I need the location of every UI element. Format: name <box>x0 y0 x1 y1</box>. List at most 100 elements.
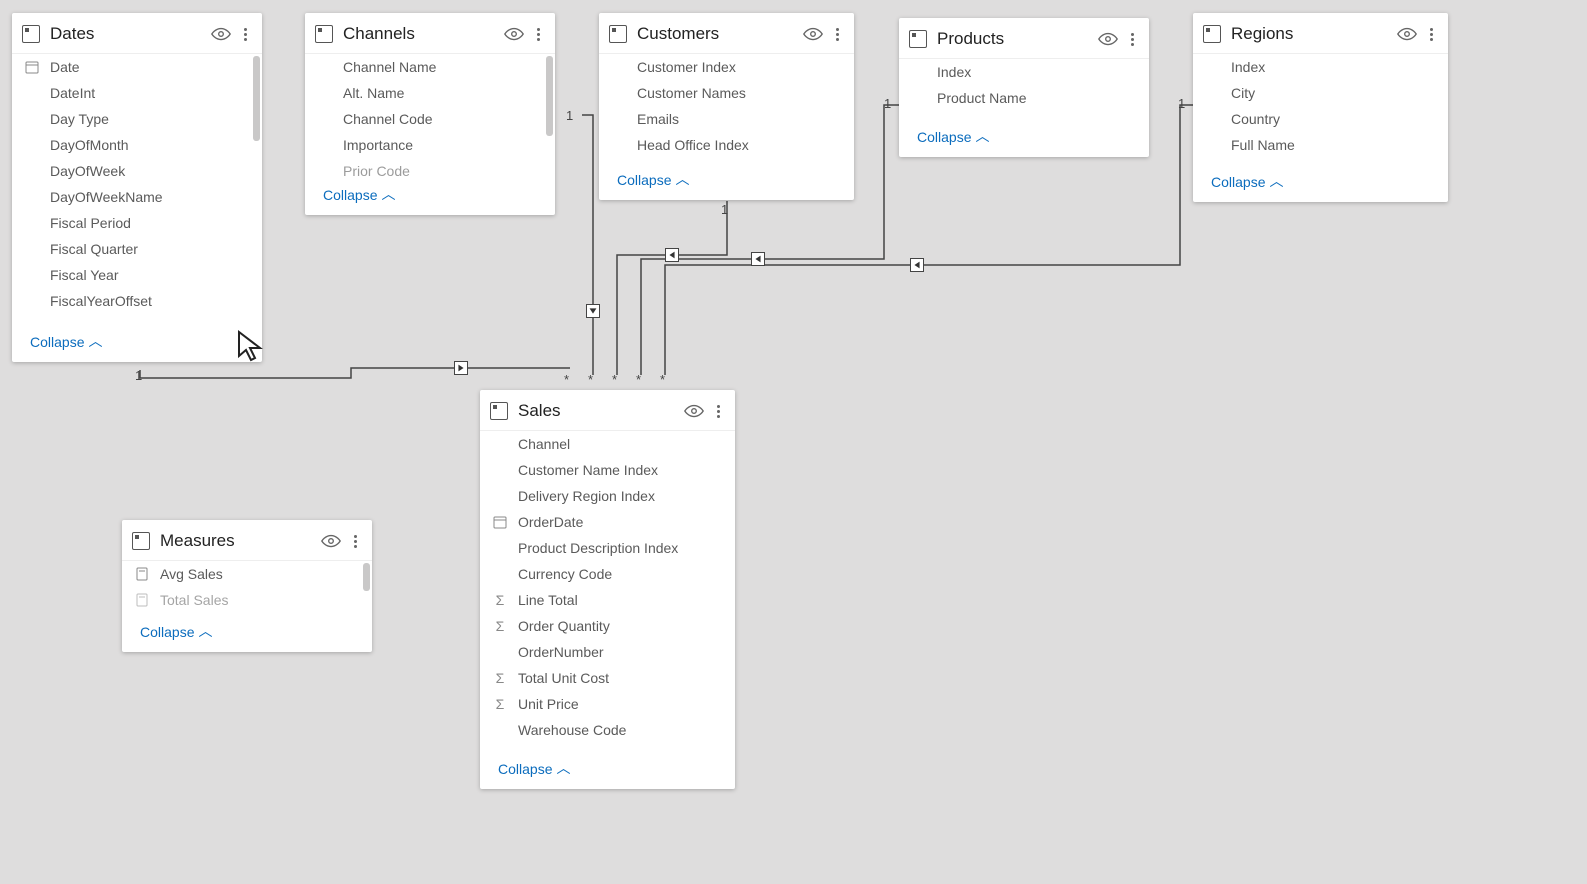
more-options-icon[interactable] <box>711 400 725 422</box>
date-icon <box>22 58 42 76</box>
field-item[interactable]: Prior Code <box>305 158 555 179</box>
chevron-up-icon: ︿ <box>198 621 212 641</box>
cardinality-one: 1 <box>884 96 891 111</box>
field-item[interactable]: Importance <box>305 132 555 158</box>
visibility-icon[interactable] <box>503 23 525 45</box>
cardinality-one: 1 <box>721 202 728 217</box>
field-item[interactable]: DateInt <box>12 80 262 106</box>
field-item[interactable]: Channel Name <box>305 54 555 80</box>
more-options-icon[interactable] <box>531 23 545 45</box>
field-item[interactable]: Full Name <box>1193 132 1448 158</box>
table-title: Regions <box>1231 24 1396 44</box>
more-options-icon[interactable] <box>348 530 362 552</box>
field-item[interactable]: OrderNumber <box>480 639 735 665</box>
chevron-up-icon: ︿ <box>975 126 989 146</box>
table-title: Measures <box>160 531 320 551</box>
field-item[interactable]: DayOfMonth <box>12 132 262 158</box>
collapse-link[interactable]: Collapse︿ <box>599 164 854 200</box>
field-item[interactable]: Fiscal Year <box>12 262 262 288</box>
collapse-link[interactable]: Collapse︿ <box>1193 166 1448 202</box>
field-item[interactable]: Customer Names <box>599 80 854 106</box>
field-item[interactable]: ΣTotal Unit Cost <box>480 665 735 691</box>
field-item[interactable]: Warehouse Code <box>480 717 735 743</box>
field-item[interactable]: Day Type <box>12 106 262 132</box>
chevron-up-icon: ︿ <box>556 758 570 778</box>
cardinality-one: 1 <box>1178 96 1185 111</box>
visibility-icon[interactable] <box>1097 28 1119 50</box>
chevron-up-icon: ︿ <box>1269 171 1283 191</box>
field-item[interactable]: OrderDate <box>480 509 735 535</box>
table-measures[interactable]: Measures Avg Sales Total Sales Collapse︿ <box>122 520 372 652</box>
field-item[interactable]: Emails <box>599 106 854 132</box>
sigma-icon: Σ <box>490 617 510 635</box>
table-dates[interactable]: Dates Date DateInt Day Type DayOfMonth D… <box>12 13 262 362</box>
table-title: Products <box>937 29 1097 49</box>
field-item[interactable]: Total Sales <box>122 587 372 613</box>
collapse-link[interactable]: Collapse︿ <box>12 326 262 362</box>
direction-marker <box>586 304 600 318</box>
table-title: Channels <box>343 24 503 44</box>
field-item[interactable]: Channel Code <box>305 106 555 132</box>
collapse-link[interactable]: Collapse︿ <box>899 121 1149 157</box>
collapse-link[interactable]: Collapse︿ <box>122 616 372 652</box>
sigma-icon: Σ <box>490 695 510 713</box>
field-item[interactable]: Currency Code <box>480 561 735 587</box>
field-item[interactable]: Date <box>12 54 262 80</box>
field-item[interactable]: Index <box>1193 54 1448 80</box>
field-item[interactable]: Fiscal Quarter <box>12 236 262 262</box>
direction-marker <box>665 248 679 262</box>
table-products[interactable]: Products Index Product Name Collapse︿ <box>899 18 1149 157</box>
scrollbar[interactable] <box>546 56 553 136</box>
sigma-icon: Σ <box>490 669 510 687</box>
visibility-icon[interactable] <box>320 530 342 552</box>
collapse-link[interactable]: Collapse︿ <box>305 179 555 215</box>
field-item[interactable]: Customer Index <box>599 54 854 80</box>
field-item[interactable]: Channel <box>480 431 735 457</box>
collapse-link[interactable]: Collapse︿ <box>480 753 735 789</box>
more-options-icon[interactable] <box>1125 28 1139 50</box>
field-item[interactable]: Avg Sales <box>122 561 372 587</box>
cardinality-many: * <box>660 372 665 387</box>
field-item[interactable]: Head Office Index <box>599 132 854 158</box>
direction-marker <box>751 252 765 266</box>
table-icon <box>22 25 40 43</box>
table-sales[interactable]: Sales Channel Customer Name Index Delive… <box>480 390 735 789</box>
more-options-icon[interactable] <box>830 23 844 45</box>
table-channels[interactable]: Channels Channel Name Alt. Name Channel … <box>305 13 555 215</box>
visibility-icon[interactable] <box>210 23 232 45</box>
table-icon <box>315 25 333 43</box>
field-item[interactable]: Customer Name Index <box>480 457 735 483</box>
field-item[interactable]: FiscalYearOffset <box>12 288 262 314</box>
cardinality-many: * <box>612 372 617 387</box>
field-item[interactable]: Alt. Name <box>305 80 555 106</box>
field-item[interactable]: ΣLine Total <box>480 587 735 613</box>
scrollbar[interactable] <box>253 56 260 141</box>
cardinality-one: 1 <box>566 108 573 123</box>
field-item[interactable]: Product Description Index <box>480 535 735 561</box>
field-item[interactable]: City <box>1193 80 1448 106</box>
field-item[interactable]: DayOfWeekName <box>12 184 262 210</box>
sigma-icon: Σ <box>490 591 510 609</box>
direction-marker <box>910 258 924 272</box>
field-item[interactable]: Product Name <box>899 85 1149 111</box>
chevron-up-icon: ︿ <box>381 184 395 204</box>
chevron-up-icon: ︿ <box>675 169 689 189</box>
visibility-icon[interactable] <box>683 400 705 422</box>
field-item[interactable]: DayOfWeek <box>12 158 262 184</box>
field-item[interactable]: ΣUnit Price <box>480 691 735 717</box>
field-item[interactable]: Delivery Region Index <box>480 483 735 509</box>
chevron-up-icon: ︿ <box>88 331 102 351</box>
more-options-icon[interactable] <box>1424 23 1438 45</box>
field-item[interactable]: Fiscal Period <box>12 210 262 236</box>
table-customers[interactable]: Customers Customer Index Customer Names … <box>599 13 854 200</box>
more-options-icon[interactable] <box>238 23 252 45</box>
visibility-icon[interactable] <box>802 23 824 45</box>
table-regions[interactable]: Regions Index City Country Full Name Col… <box>1193 13 1448 202</box>
field-item[interactable]: Country <box>1193 106 1448 132</box>
table-title: Sales <box>518 401 683 421</box>
visibility-icon[interactable] <box>1396 23 1418 45</box>
field-item[interactable]: ΣOrder Quantity <box>480 613 735 639</box>
table-icon <box>490 402 508 420</box>
field-item[interactable]: Index <box>899 59 1149 85</box>
table-icon <box>609 25 627 43</box>
